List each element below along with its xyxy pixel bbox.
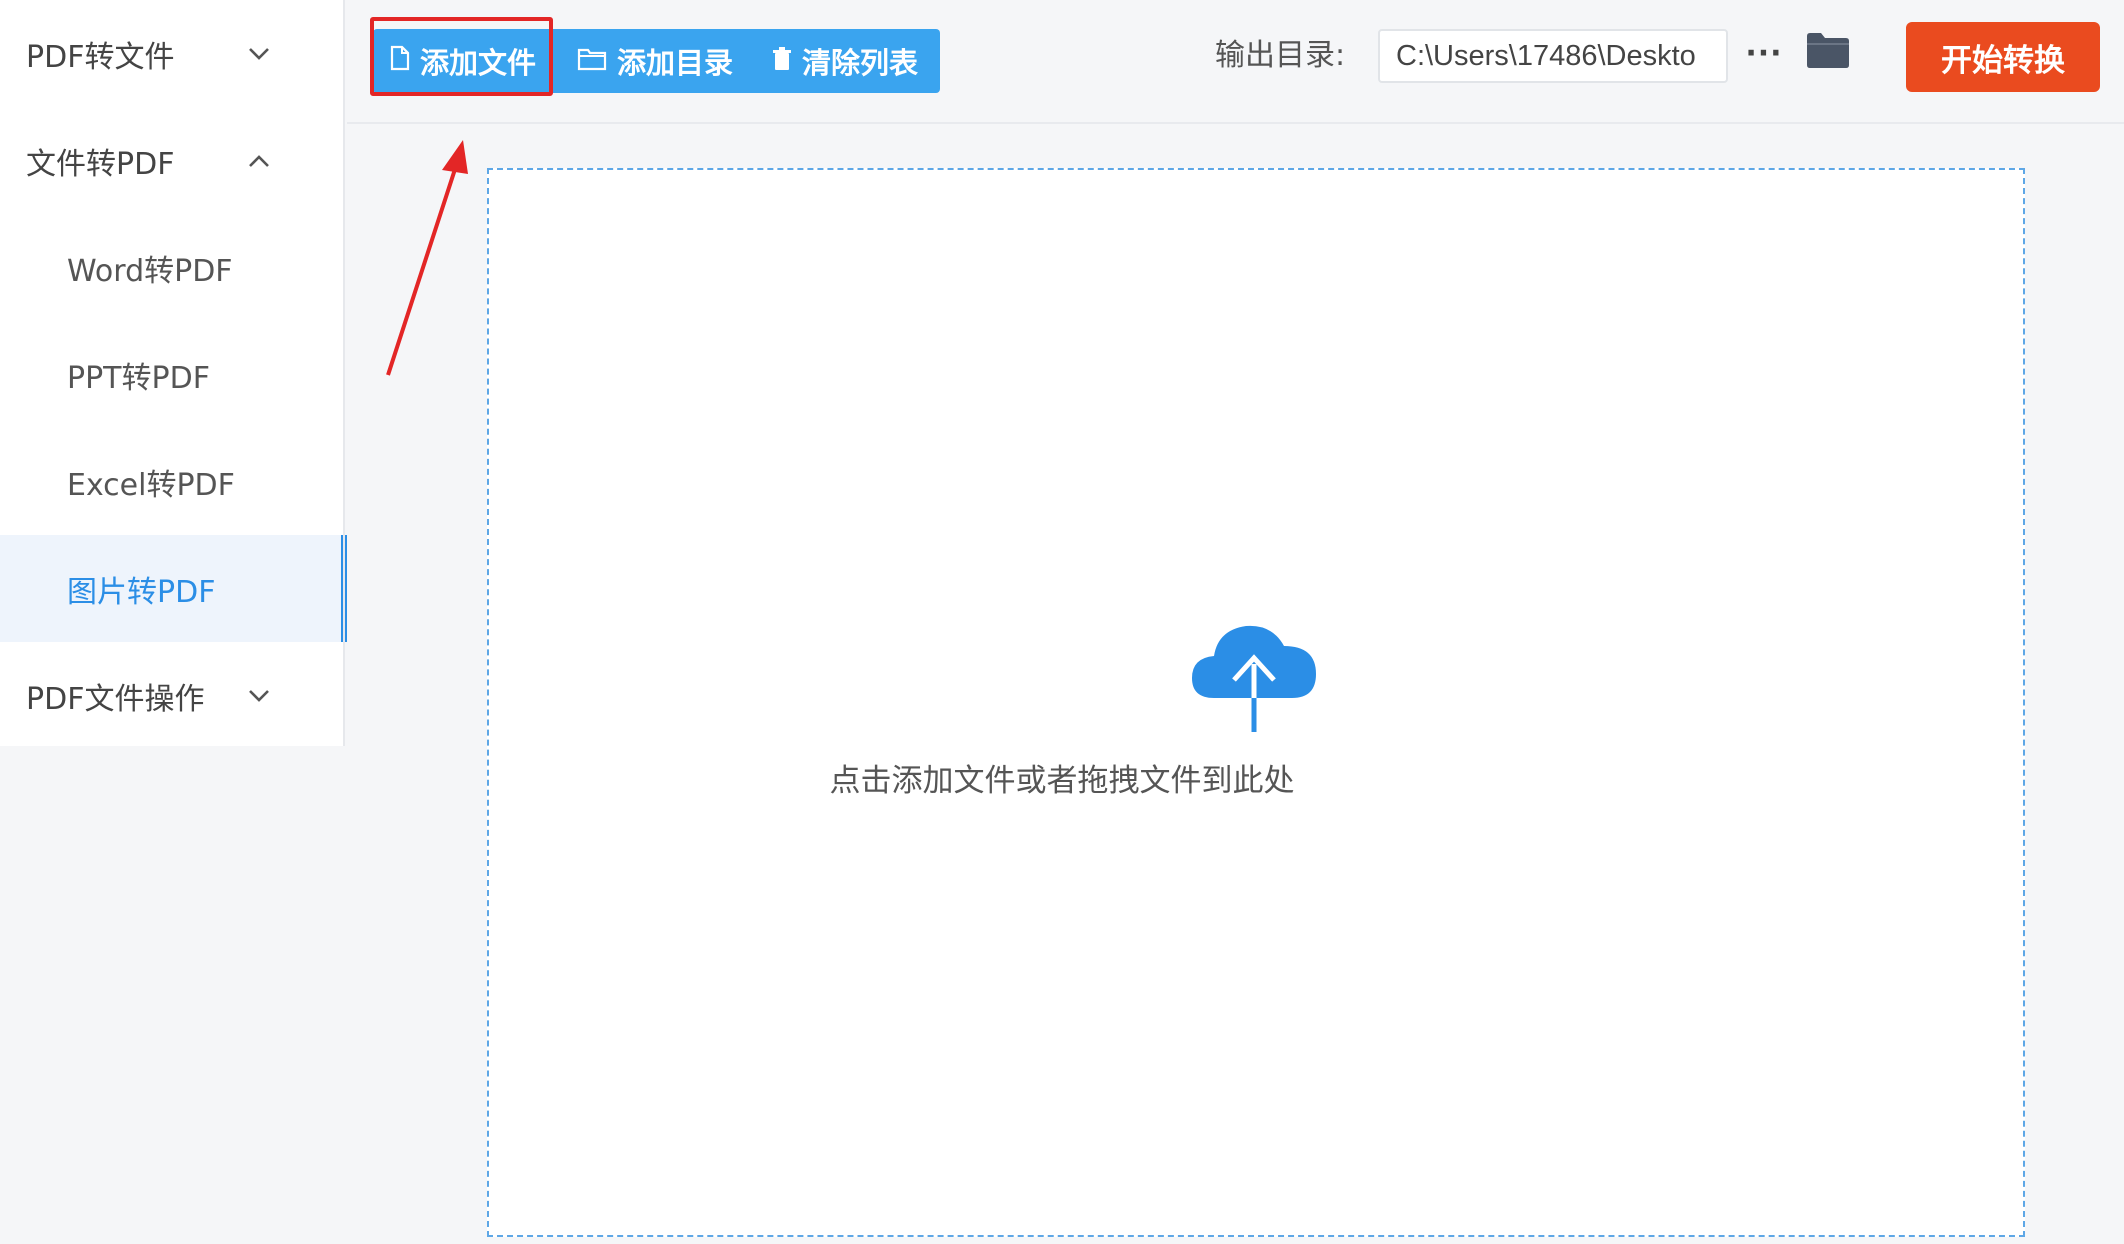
folder-icon [1805, 33, 1851, 74]
trash-icon [772, 44, 792, 78]
sidebar-item-ppt-to-pdf[interactable]: PPT转PDF [0, 321, 345, 428]
folder-outline-icon [577, 44, 607, 78]
more-label: ··· [1745, 35, 1783, 71]
chevron-up-icon [245, 147, 273, 175]
start-convert-button[interactable]: 开始转换 [1906, 22, 2100, 92]
chevron-down-icon [245, 682, 273, 710]
sidebar-item-label: PPT转PDF [67, 360, 210, 396]
cloud-upload-icon [1192, 625, 1316, 732]
add-folder-label: 添加目录 [617, 46, 734, 80]
sidebar-item-excel-to-pdf[interactable]: Excel转PDF [0, 428, 345, 535]
sidebar-item-label: Word转PDF [67, 253, 233, 289]
sidebar-item-label: PDF文件操作 [26, 681, 205, 717]
add-file-label: 添加文件 [420, 46, 537, 80]
sidebar-item-label: 图片转PDF [67, 574, 216, 610]
clear-list-button[interactable]: 清除列表 [772, 29, 918, 93]
output-directory-label: 输出目录: [1215, 38, 1346, 73]
sidebar-item-pdf-to-file[interactable]: PDF转文件 [0, 0, 345, 107]
clear-list-label: 清除列表 [802, 46, 919, 80]
drop-hint-text: 点击添加文件或者拖拽文件到此处 [829, 763, 1295, 799]
sidebar-item-image-to-pdf[interactable]: 图片转PDF [0, 535, 347, 642]
sidebar-item-label: Excel转PDF [67, 467, 235, 503]
sidebar-item-label: PDF转文件 [26, 39, 175, 75]
annotation-arrow [386, 140, 468, 376]
add-file-button[interactable]: 添加文件 [390, 29, 536, 93]
browse-folder-button[interactable] [1805, 30, 1857, 78]
file-icon [390, 44, 410, 78]
sidebar-divider [343, 0, 345, 746]
sidebar-item-label: 文件转PDF [26, 146, 175, 182]
sidebar-item-word-to-pdf[interactable]: Word转PDF [0, 214, 345, 321]
add-folder-button[interactable]: 添加目录 [577, 29, 733, 93]
sidebar: PDF转文件 文件转PDF Word转PDF PPT转PDF Excel转PDF… [0, 0, 347, 749]
sidebar-item-pdf-operations[interactable]: PDF文件操作 [0, 642, 345, 749]
sidebar-item-file-to-pdf[interactable]: 文件转PDF [0, 107, 345, 214]
chevron-down-icon [245, 40, 273, 68]
more-options-button[interactable]: ··· [1744, 28, 1784, 78]
output-path-field[interactable]: C:\Users\17486\Deskto [1378, 29, 1728, 83]
